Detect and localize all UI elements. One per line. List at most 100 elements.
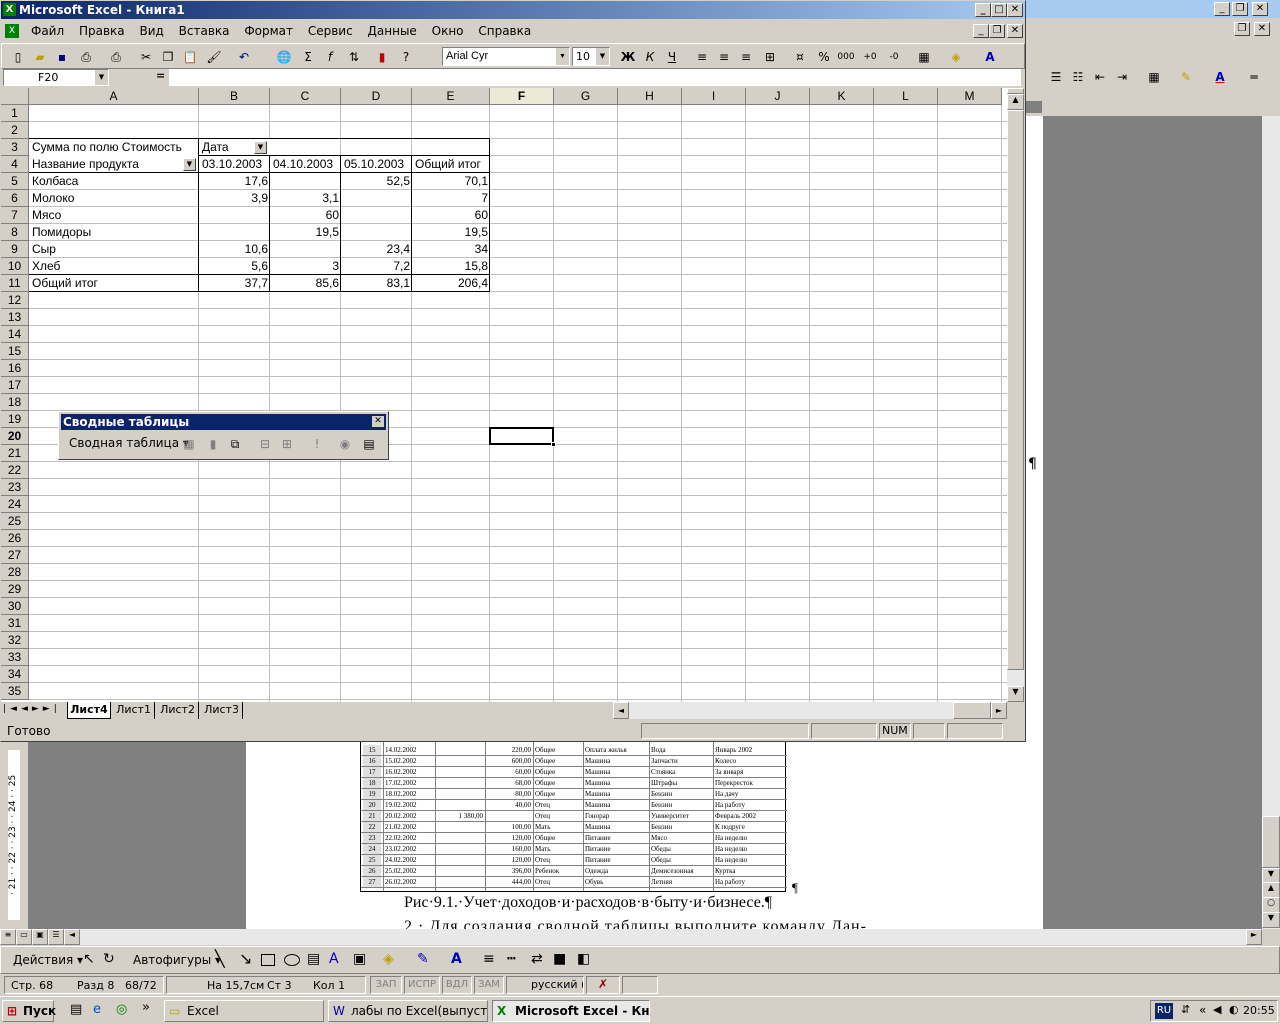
- row-header-8[interactable]: 8: [1, 224, 29, 241]
- hscroll-left-icon[interactable]: ◄: [613, 702, 629, 719]
- format-report-icon[interactable]: ▦: [179, 434, 199, 454]
- copy-icon[interactable]: ❐: [158, 47, 178, 67]
- open-icon[interactable]: ▰: [30, 47, 50, 67]
- pivot-grand-total-value[interactable]: 85,6: [271, 275, 341, 292]
- pivot-row-label[interactable]: Мясо: [30, 207, 199, 224]
- status-ovr[interactable]: ЗАМ: [474, 976, 504, 994]
- word-vertical-scrollbar[interactable]: ▼ ▲ ○ ▼: [1262, 116, 1280, 929]
- workbook-icon[interactable]: X: [5, 24, 19, 38]
- row-header-33[interactable]: 33: [1, 649, 29, 666]
- language-indicator[interactable]: RU: [1155, 1003, 1173, 1019]
- align-center-icon[interactable]: ≡: [714, 47, 734, 67]
- shadow-icon[interactable]: ■: [553, 951, 566, 967]
- format-painter-icon[interactable]: 🖌: [204, 47, 224, 67]
- cut-icon[interactable]: ✂: [136, 47, 156, 67]
- row-header-31[interactable]: 31: [1, 615, 29, 632]
- print-view-icon[interactable]: ▣: [32, 929, 48, 945]
- column-header-F[interactable]: F: [490, 88, 554, 105]
- scroll-thumb[interactable]: [1007, 110, 1024, 670]
- tab-sheet2[interactable]: Лист2: [157, 702, 199, 719]
- pivot-row-total[interactable]: 60: [413, 207, 490, 224]
- row-header-9[interactable]: 9: [1, 241, 29, 258]
- autosum-icon[interactable]: Σ: [298, 47, 318, 67]
- pivot-grand-total-header[interactable]: Общий итог: [413, 156, 490, 173]
- row-header-21[interactable]: 21: [1, 445, 29, 462]
- select-objects-icon[interactable]: ↖: [83, 951, 95, 967]
- pivot-row-total[interactable]: 70,1: [413, 173, 490, 190]
- pivot-grand-total-label[interactable]: Общий итог: [30, 275, 199, 292]
- name-box-dropdown-icon[interactable]: ▼: [95, 70, 108, 85]
- column-header-C[interactable]: C: [270, 88, 341, 105]
- spreadsheet-grid[interactable]: A B C D E F G H I J K L M 1 2 3 4 5 6 7 8 9 10 11 12 13 14 15 16 17 18…: [1, 88, 1007, 702]
- wb-minimize-icon[interactable]: _: [973, 24, 989, 38]
- pivot-grand-total-value[interactable]: 206,4: [413, 275, 490, 292]
- pivot-data-field[interactable]: Сумма по полю Стоимость: [30, 139, 199, 156]
- pivot-chart-icon[interactable]: ▮: [203, 434, 223, 454]
- column-header-M[interactable]: M: [938, 88, 1002, 105]
- increase-indent-icon[interactable]: ⇥: [1112, 67, 1132, 87]
- wb-restore-icon[interactable]: ❐: [989, 24, 1005, 38]
- row-header-3[interactable]: 3: [1, 139, 29, 156]
- numbered-list-icon[interactable]: ☰: [1046, 67, 1066, 87]
- quicklaunch-more-icon[interactable]: »: [142, 1000, 150, 1015]
- pivot-table-menu[interactable]: Сводная таблица ▾: [69, 436, 189, 450]
- maximize-icon[interactable]: □: [991, 3, 1007, 17]
- ie-icon[interactable]: e: [93, 1002, 101, 1017]
- hscroll-thumb[interactable]: [953, 702, 991, 719]
- font-size-select[interactable]: 10 ▼: [572, 47, 610, 66]
- row-header-15[interactable]: 15: [1, 343, 29, 360]
- menu-tools[interactable]: Сервис: [308, 24, 353, 38]
- pivot-toolbar-close-icon[interactable]: ✕: [372, 416, 384, 427]
- outlook-icon[interactable]: ◎: [116, 1002, 127, 1017]
- menu-view[interactable]: Вид: [139, 24, 163, 38]
- menu-data[interactable]: Данные: [368, 24, 417, 38]
- pivot-value[interactable]: 5,6: [200, 258, 270, 275]
- pivot-grand-total-value[interactable]: 83,1: [342, 275, 412, 292]
- row-header-22[interactable]: 22: [1, 462, 29, 479]
- close-icon[interactable]: ✕: [1252, 2, 1268, 16]
- italic-icon[interactable]: К: [640, 47, 660, 67]
- align-right-icon[interactable]: ≡: [736, 47, 756, 67]
- merge-center-icon[interactable]: ⊞: [760, 47, 780, 67]
- pivot-row-label[interactable]: Сыр: [30, 241, 199, 258]
- row-header-7[interactable]: 7: [1, 207, 29, 224]
- bold-icon[interactable]: Ж: [618, 47, 638, 67]
- outline-view-icon[interactable]: ☰: [48, 929, 64, 945]
- line-tool-icon[interactable]: ╲: [215, 949, 225, 968]
- draw-actions-menu[interactable]: Действия ▾: [13, 953, 83, 967]
- scroll-right-icon[interactable]: ►: [1246, 929, 1262, 945]
- excel-app-icon[interactable]: X: [3, 3, 16, 16]
- comma-style-icon[interactable]: 000: [836, 47, 856, 67]
- row-header-30[interactable]: 30: [1, 598, 29, 615]
- row-header-24[interactable]: 24: [1, 496, 29, 513]
- row-header-2[interactable]: 2: [1, 122, 29, 139]
- menu-help[interactable]: Справка: [478, 24, 531, 38]
- 3d-icon[interactable]: ◧: [577, 951, 590, 967]
- arrow-tool-icon[interactable]: ↘: [239, 949, 252, 968]
- pivot-row-label[interactable]: Хлеб: [30, 258, 199, 275]
- select-all-corner[interactable]: [1, 88, 29, 105]
- borders-icon[interactable]: ▦: [1144, 67, 1164, 87]
- row-header-28[interactable]: 28: [1, 564, 29, 581]
- tab-sheet4[interactable]: Лист4: [67, 702, 111, 719]
- excel-vertical-scrollbar[interactable]: ▲ ▼: [1007, 88, 1024, 702]
- font-color-icon[interactable]: A: [980, 47, 1000, 67]
- row-header-26[interactable]: 26: [1, 530, 29, 547]
- menu-edit[interactable]: Правка: [79, 24, 125, 38]
- hide-detail-icon[interactable]: ⊟: [255, 434, 275, 454]
- active-cell-F20[interactable]: [489, 427, 554, 445]
- pivot-row-field[interactable]: Название продукта: [30, 156, 199, 173]
- row-header-6[interactable]: 6: [1, 190, 29, 207]
- pivot-value[interactable]: 60: [271, 207, 341, 224]
- row-header-17[interactable]: 17: [1, 377, 29, 394]
- line-icon[interactable]: ═: [1244, 67, 1264, 87]
- prev-page-icon[interactable]: ▲: [1262, 882, 1280, 898]
- autoshapes-menu[interactable]: Автофигуры ▾: [133, 953, 221, 967]
- font-name-select[interactable]: Arial Cyr ▼: [442, 47, 570, 66]
- name-box[interactable]: F20 ▼: [3, 69, 109, 86]
- row-header-29[interactable]: 29: [1, 581, 29, 598]
- size-dropdown-icon[interactable]: ▼: [596, 48, 609, 65]
- row-header-12[interactable]: 12: [1, 292, 29, 309]
- wb-close-icon[interactable]: ✕: [1007, 24, 1023, 38]
- pivot-value[interactable]: 10,6: [200, 241, 270, 258]
